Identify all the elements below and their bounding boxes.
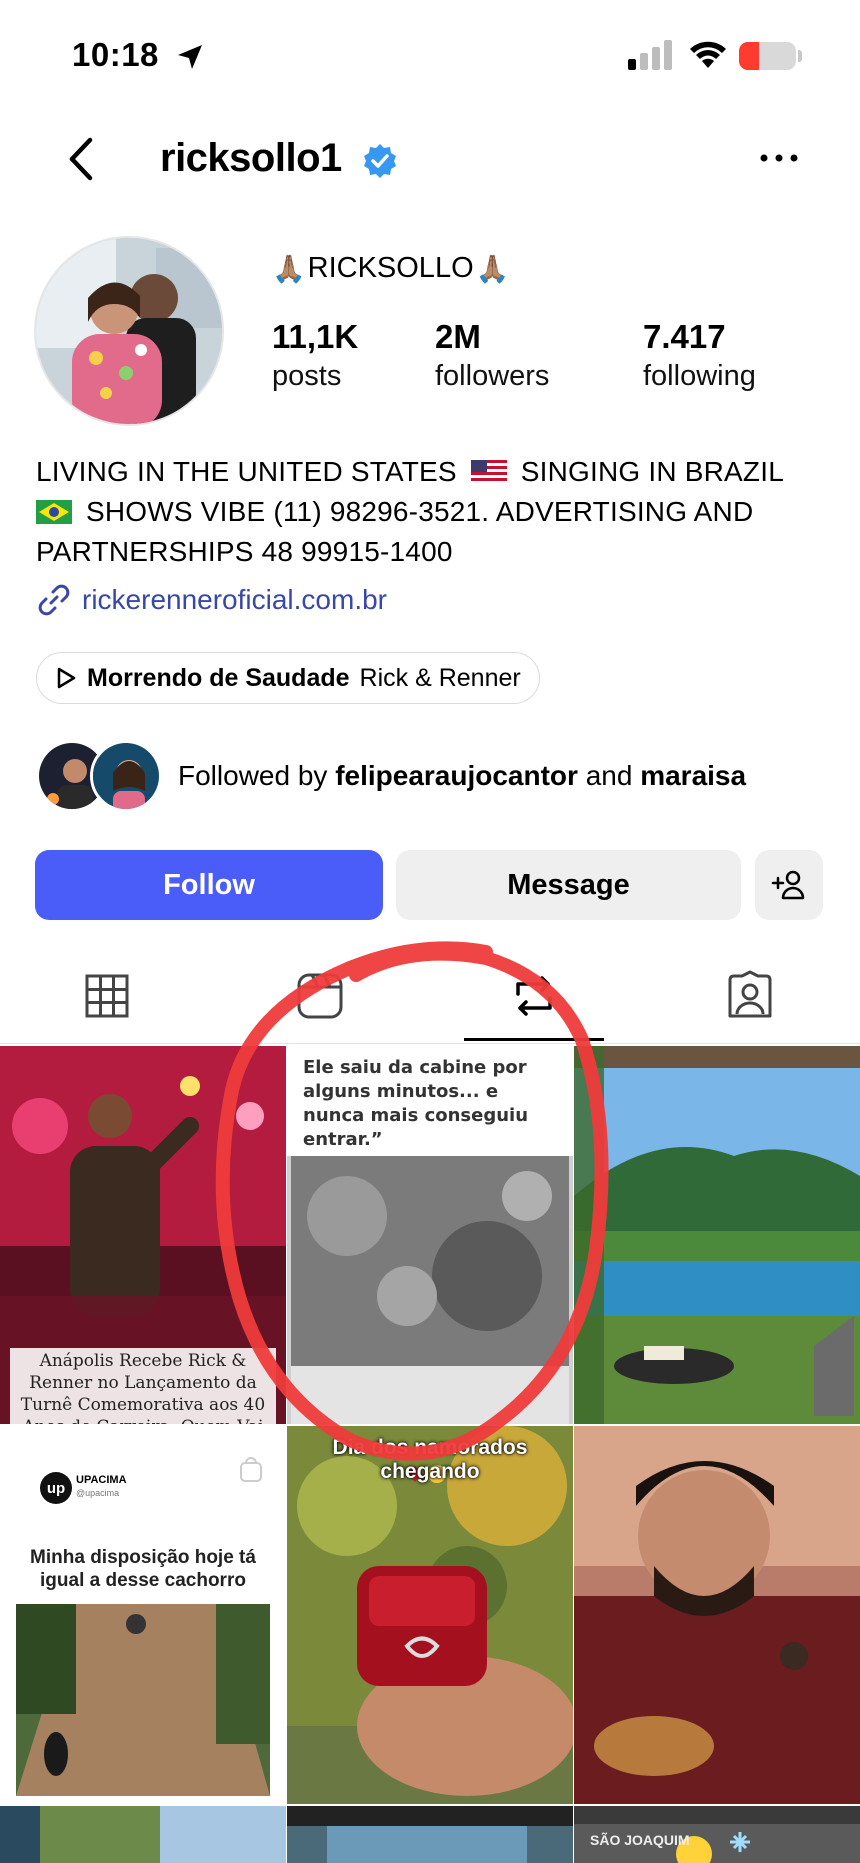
followed-user-2[interactable]: maraisa	[640, 760, 746, 791]
post-tile[interactable]: Dia dos namorados chegando	[287, 1426, 573, 1804]
link-icon	[38, 584, 70, 616]
stat-posts-value: 11,1K	[272, 318, 359, 355]
shopping-bag-icon	[240, 1457, 262, 1482]
active-tab-indicator	[464, 1038, 604, 1041]
tab-tagged-icon[interactable]	[724, 970, 776, 1022]
post-tile[interactable]	[287, 1806, 573, 1863]
post-6-image	[574, 1426, 860, 1804]
profile-music-chip[interactable]: Morrendo de Saudade Rick & Renner	[36, 652, 540, 704]
post-7-image	[0, 1806, 286, 1863]
wifi-icon	[690, 41, 726, 68]
stat-followers-value: 2M	[435, 318, 481, 355]
battery-icon	[739, 42, 796, 70]
post-4-brand: UPACIMA	[76, 1474, 127, 1486]
status-bar: 10:18	[0, 0, 860, 110]
bio-text-2: SHOWS VIBE (11) 98296-3521. ADVERTISING …	[85, 496, 754, 527]
header-username: ricksollo1	[160, 136, 342, 180]
tab-grid-icon[interactable]	[81, 970, 133, 1022]
verified-badge-icon	[364, 144, 396, 178]
post-2-image	[287, 1156, 573, 1424]
profile-avatar[interactable]	[34, 236, 224, 426]
followed-by-text: Followed by felipearaujocantor and marai…	[178, 760, 746, 792]
post-2-caption: Ele saiu da cabine por alguns minutos...…	[303, 1057, 529, 1150]
pray-emoji-left: 🙏🏽	[272, 253, 306, 284]
bio-line-2: SHOWS VIBE (11) 98296-3521. ADVERTISING …	[36, 492, 836, 532]
message-button[interactable]: Message	[396, 850, 741, 920]
follower-avatar-2	[90, 740, 162, 812]
tab-reels-icon[interactable]	[294, 970, 346, 1022]
post-1-caption: Anápolis Recebe Rick & Renner no Lançame…	[10, 1348, 276, 1424]
post-tile[interactable]: SÃO JOAQUIM	[574, 1806, 860, 1863]
display-name-text: RICKSOLLO	[307, 252, 474, 284]
stat-following-value: 7.417	[643, 318, 726, 355]
post-4-caption: Minha disposição hoje tá igual a desse c…	[30, 1547, 256, 1591]
profile-link[interactable]: rickerenneroficial.com.br	[36, 582, 387, 618]
pray-emoji-right: 🙏🏽	[475, 253, 510, 284]
battery-nub	[798, 50, 802, 62]
stat-posts-label: posts	[272, 360, 342, 392]
post-tile[interactable]: up UPACIMA @upacima Minha disposição hoj…	[0, 1426, 286, 1804]
post-5-caption: Dia dos namorados chegando	[332, 1436, 528, 1483]
bio-line-1: LIVING IN THE UNITED STATES SINGING IN B…	[36, 452, 836, 492]
us-flag-icon	[470, 460, 507, 484]
display-name: 🙏🏽 RICKSOLLO 🙏🏽	[272, 252, 509, 285]
follow-button[interactable]: Follow	[35, 850, 383, 920]
stat-posts[interactable]: 11,1K posts	[272, 318, 358, 393]
post-tile[interactable]	[0, 1806, 286, 1863]
followed-prefix: Followed by	[178, 760, 328, 791]
cellular-signal-icon	[628, 40, 672, 70]
stat-following-label: following	[643, 360, 756, 392]
status-time: 10:18	[72, 36, 159, 73]
post-tile[interactable]	[574, 1426, 860, 1804]
add-person-icon	[771, 870, 805, 900]
suggest-people-button[interactable]	[755, 850, 823, 920]
followed-by[interactable]: Followed by felipearaujocantor and marai…	[36, 740, 836, 820]
profile-link-text[interactable]: rickerenneroficial.com.br	[82, 584, 387, 616]
followed-user-1[interactable]: felipearaujocantor	[335, 760, 578, 791]
stat-following[interactable]: 7.417 following	[643, 318, 756, 393]
bio-text-1a: LIVING IN THE UNITED STATES	[36, 456, 457, 487]
post-8-image	[287, 1806, 573, 1863]
bio-line-3: PARTNERSHIPS 48 99915-1400	[36, 536, 453, 567]
post-4-handle: @upacima	[76, 1488, 120, 1498]
post-3-image	[574, 1046, 860, 1424]
profile-header: ricksollo1	[0, 120, 860, 200]
profile-tabs	[0, 950, 860, 1044]
post-tile[interactable]	[574, 1046, 860, 1424]
brazil-flag-icon	[36, 500, 72, 524]
stat-followers-label: followers	[435, 360, 550, 392]
location-arrow-icon	[178, 45, 202, 69]
bio-text-1b: SINGING IN BRAZIL	[520, 456, 784, 487]
post-9-label: SÃO JOAQUIM	[590, 1832, 690, 1848]
stat-followers[interactable]: 2M followers	[435, 318, 549, 393]
music-title: Morrendo de Saudade	[87, 663, 350, 692]
play-icon	[57, 667, 76, 689]
more-options-icon[interactable]	[754, 146, 804, 170]
profile-bio: LIVING IN THE UNITED STATES SINGING IN B…	[36, 452, 836, 572]
tab-reposts-icon[interactable]	[508, 970, 560, 1022]
post-tile[interactable]: Anápolis Recebe Rick & Renner no Lançame…	[0, 1046, 286, 1424]
upacima-logo: up	[40, 1472, 72, 1504]
followed-and: and	[585, 760, 633, 791]
avatar-photo	[36, 238, 222, 424]
post-tile[interactable]: Ele saiu da cabine por alguns minutos...…	[287, 1046, 573, 1424]
post-4-image	[16, 1604, 270, 1796]
music-artist: Rick & Renner	[359, 663, 521, 692]
back-chevron-icon[interactable]	[62, 134, 102, 184]
